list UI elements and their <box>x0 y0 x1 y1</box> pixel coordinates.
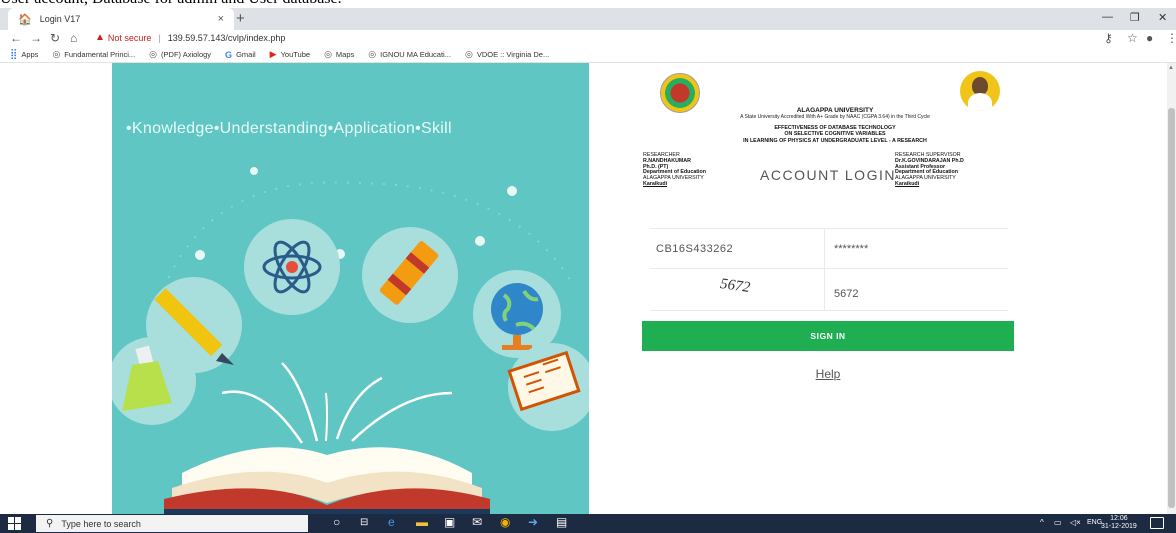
globe-icon: ◎ <box>464 49 473 59</box>
tab-close-icon[interactable]: × <box>218 13 224 25</box>
hero-illustration: •Knowledge•Understanding•Application•Ski… <box>112 63 589 514</box>
search-placeholder: Type here to search <box>61 518 141 529</box>
browser-tab[interactable]: 🏠 Login V17 × <box>8 8 234 30</box>
not-secure-label: Not secure <box>107 32 152 43</box>
youtube-icon: ▶ <box>269 49 277 59</box>
key-icon[interactable]: ⚷ <box>1104 31 1113 45</box>
bookmark-star-icon[interactable]: ☆ <box>1127 31 1138 45</box>
new-tab-button[interactable]: + <box>236 10 245 27</box>
task-view-icon[interactable]: ⊟ <box>360 517 368 528</box>
address-separator: | <box>158 32 161 43</box>
globe-icon: ◎ <box>324 49 332 59</box>
flask-icon <box>112 337 196 425</box>
close-window-icon[interactable]: ✕ <box>1158 11 1167 24</box>
bookmark-fundamental[interactable]: ◎ Fundamental Princi... <box>52 49 135 60</box>
browser-tab-bar: 🏠 Login V17 × + — ❐ ✕ <box>0 8 1176 30</box>
bookmarks-bar: ⣿ Apps ◎ Fundamental Princi... ◎ (PDF) Axio… <box>0 47 1176 63</box>
open-book-icon <box>164 447 490 514</box>
windows-taskbar: ⚲ Type here to search ○ ⊟ e ▬ ▣ ✉ ◉ ➜ ▤ … <box>0 514 1176 533</box>
bookmark-gmail[interactable]: G Gmail <box>225 50 256 60</box>
reload-icon[interactable]: ↻ <box>50 31 60 45</box>
bookmark-vdoe[interactable]: ◎ VDOE :: Virginia De... <box>465 49 549 60</box>
atom-icon <box>244 219 340 315</box>
network-icon[interactable]: ▭ <box>1054 518 1062 527</box>
project-title: EFFECTIVENESS OF DATABASE TECHNOLOGY ON … <box>743 125 927 144</box>
taskbar-clock[interactable]: 12:06 31-12-2019 <box>1101 515 1137 531</box>
captcha-image: 5672 <box>650 274 820 306</box>
google-icon: G <box>225 49 233 60</box>
profile-icon[interactable]: ● <box>1146 31 1153 45</box>
chrome-icon[interactable]: ◉ <box>500 515 510 529</box>
globe-icon: ◎ <box>52 49 61 59</box>
search-icon: ⚲ <box>46 518 54 529</box>
forward-icon[interactable]: → <box>30 31 42 45</box>
url-text: 139.59.57.143/cvlp/index.php <box>167 32 286 43</box>
document-caption: User account, Database for admin and Use… <box>0 0 1176 8</box>
scroll-up-icon[interactable]: ▲ <box>1168 65 1174 71</box>
username-input[interactable] <box>650 234 820 264</box>
cortana-icon[interactable]: ○ <box>333 515 340 529</box>
home-favicon-icon: 🏠 <box>18 13 32 26</box>
globe-icon: ◎ <box>368 49 377 59</box>
warning-icon: ▲ <box>95 32 105 43</box>
bookmark-ignou[interactable]: ◎ IGNOU MA Educati... <box>368 49 451 60</box>
notification-icon[interactable] <box>1150 517 1164 529</box>
tab-title: Login V17 <box>39 14 81 24</box>
education-illustration <box>112 167 589 514</box>
tray-up-icon[interactable]: ^ <box>1040 518 1044 527</box>
app-doc-icon[interactable]: ▤ <box>556 515 567 529</box>
app-arrow-icon[interactable]: ➜ <box>528 515 538 529</box>
globe-icon: ◎ <box>149 49 158 59</box>
browser-toolbar: ← → ↻ ⌂ ▲ Not secure | 139.59.57.143/cvl… <box>0 30 1176 47</box>
menu-icon[interactable]: ⋮ <box>1166 31 1176 45</box>
page-content: •Knowledge•Understanding•Application•Ski… <box>0 63 1176 514</box>
form-divider <box>650 268 1008 269</box>
bookmark-axiology[interactable]: ◎ (PDF) Axiology <box>149 49 211 60</box>
help-link[interactable]: Help <box>642 367 1014 381</box>
bookmark-youtube[interactable]: ▶ YouTube <box>270 49 310 60</box>
windows-start-icon[interactable] <box>8 517 22 530</box>
apps-grid-icon: ⣿ <box>10 49 18 60</box>
address-bar[interactable]: ▲ Not secure | 139.59.57.143/cvlp/index.… <box>95 32 285 43</box>
home-icon[interactable]: ⌂ <box>70 31 77 45</box>
password-input[interactable] <box>828 234 1004 264</box>
back-icon[interactable]: ← <box>10 31 22 45</box>
language-indicator[interactable]: ENG <box>1087 519 1102 526</box>
founder-portrait-logo <box>960 71 1000 111</box>
form-divider-vertical <box>824 228 825 310</box>
mail-icon[interactable]: ✉ <box>472 515 482 529</box>
captcha-text: 5672 <box>719 275 752 297</box>
clock-time: 12:06 <box>1110 515 1128 522</box>
bookmark-maps[interactable]: ◎ Maps <box>324 49 354 60</box>
edge-icon[interactable]: e <box>388 515 395 529</box>
taskbar-search-box[interactable]: ⚲ Type here to search <box>36 515 308 532</box>
captcha-input[interactable] <box>828 279 1004 309</box>
account-login-title: ACCOUNT LOGIN <box>760 167 896 183</box>
volume-icon[interactable]: ◁× <box>1070 518 1081 527</box>
university-name: ALAGAPPA UNIVERSITY <box>796 107 874 114</box>
sign-in-button[interactable]: SIGN IN <box>642 321 1014 351</box>
clock-date: 31-12-2019 <box>1101 523 1137 530</box>
restore-icon[interactable]: ❐ <box>1130 11 1140 24</box>
file-explorer-icon[interactable]: ▬ <box>416 515 428 529</box>
university-accreditation: A State University Accredited With A+ Gr… <box>740 114 930 120</box>
crayon-icon <box>362 227 458 323</box>
form-divider <box>650 310 1008 311</box>
store-icon[interactable]: ▣ <box>444 515 455 529</box>
scrollbar-thumb[interactable] <box>1168 108 1175 508</box>
minimize-icon[interactable]: — <box>1102 11 1113 23</box>
page-scrollbar[interactable]: ▲ <box>1167 63 1176 514</box>
bookmark-apps[interactable]: ⣿ Apps <box>10 49 38 60</box>
form-divider <box>650 228 1008 229</box>
